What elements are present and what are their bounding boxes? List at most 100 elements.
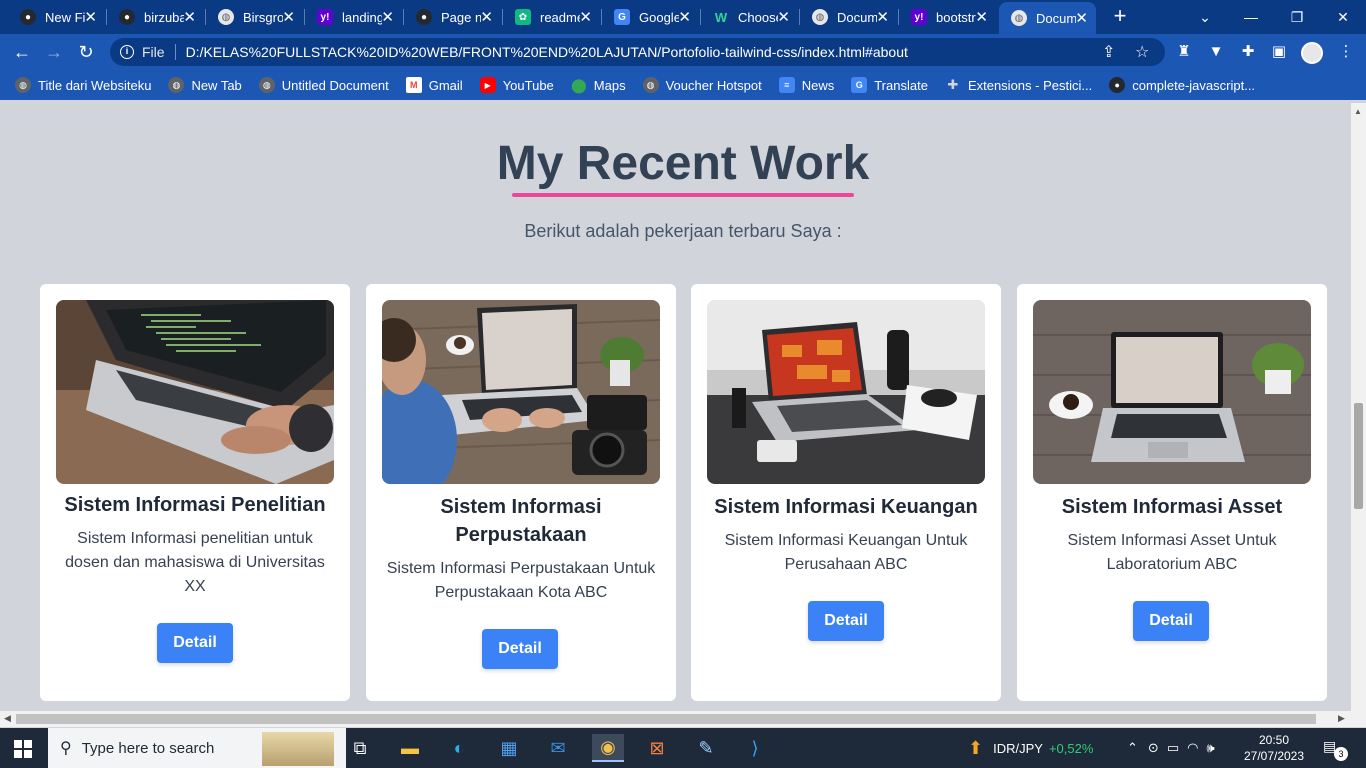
bookmark-item[interactable]: ● complete-javascript... bbox=[1109, 77, 1255, 93]
forward-icon[interactable]: → bbox=[42, 40, 66, 64]
tab-search-icon[interactable]: ⌄ bbox=[1182, 0, 1228, 34]
bookmark-item[interactable]: G Translate bbox=[851, 77, 928, 93]
bookmark-label: Voucher Hotspot bbox=[665, 77, 762, 93]
tab-6[interactable]: ✿ readme ✕ bbox=[503, 4, 600, 30]
bookmark-item[interactable]: M Gmail bbox=[405, 77, 463, 93]
yahoo-icon: y! bbox=[911, 9, 927, 25]
notification-icon[interactable]: ▤ 3 bbox=[1323, 738, 1348, 761]
mail-icon[interactable]: ✉ bbox=[542, 734, 574, 762]
back-icon[interactable]: ← bbox=[10, 40, 34, 64]
vuetify-icon[interactable]: ▼ bbox=[1207, 43, 1225, 61]
extension-icon[interactable]: ♜ bbox=[1175, 43, 1193, 61]
side-panel-icon[interactable]: ▣ bbox=[1270, 43, 1288, 61]
close-icon[interactable]: ✕ bbox=[975, 8, 988, 26]
taskbar-search[interactable]: ⚲ Type here to search bbox=[48, 728, 346, 768]
file-explorer-icon[interactable]: ▬ bbox=[394, 734, 426, 762]
bookmark-item[interactable]: ◍ New Tab bbox=[168, 77, 242, 93]
microsoft-store-icon[interactable]: ▦ bbox=[493, 734, 525, 762]
tab-2[interactable]: ● birzubair ✕ bbox=[107, 4, 204, 30]
horizontal-scrollbar[interactable]: ◀ ▶ bbox=[0, 711, 1366, 727]
project-description: Sistem Informasi penelitian untuk dosen … bbox=[65, 530, 325, 595]
detail-button[interactable]: Detail bbox=[1133, 601, 1209, 641]
readme-icon: ✿ bbox=[515, 9, 531, 25]
close-icon[interactable]: ✕ bbox=[579, 8, 592, 26]
close-icon[interactable]: ✕ bbox=[480, 8, 493, 26]
globe-icon: ◍ bbox=[218, 9, 234, 25]
share-icon[interactable]: ⇪ bbox=[1102, 42, 1115, 62]
new-tab-button[interactable]: + bbox=[1108, 5, 1132, 29]
close-icon[interactable]: ✕ bbox=[84, 8, 97, 26]
detail-button[interactable]: Detail bbox=[808, 601, 884, 641]
wifi-icon[interactable]: ◠ bbox=[1187, 740, 1198, 756]
close-window-button[interactable]: ✕ bbox=[1320, 0, 1366, 34]
scrollbar-thumb[interactable] bbox=[1354, 403, 1363, 509]
menu-icon[interactable]: ⋮ bbox=[1337, 43, 1355, 61]
divider bbox=[174, 44, 176, 60]
bookmark-item[interactable]: ⬤ Maps bbox=[571, 77, 626, 93]
project-title: Sistem Informasi Perpustakaan bbox=[440, 496, 602, 546]
edge-icon[interactable]: ◐ bbox=[443, 734, 475, 762]
close-icon[interactable]: ✕ bbox=[183, 8, 196, 26]
page-content: My Recent Work Berikut adalah pekerjaan … bbox=[0, 103, 1351, 711]
minimize-button[interactable]: — bbox=[1228, 0, 1274, 34]
bookmark-star-icon[interactable]: ☆ bbox=[1135, 42, 1149, 62]
tab-label: Document bbox=[1036, 10, 1076, 26]
bookmark-item[interactable]: ◍ Untitled Document bbox=[258, 77, 389, 93]
github-icon: ● bbox=[119, 9, 135, 25]
tab-active[interactable]: ◍ Document ✕ bbox=[999, 2, 1096, 34]
bookmark-item[interactable]: ◍ Title dari Websiteku bbox=[15, 77, 151, 93]
reload-icon[interactable]: ↻ bbox=[74, 40, 98, 64]
tab-9[interactable]: ◍ Document ✕ bbox=[800, 4, 897, 30]
close-icon[interactable]: ✕ bbox=[282, 8, 295, 26]
tab-1[interactable]: ● New File ✕ bbox=[8, 4, 105, 30]
tab-10[interactable]: y! bootstrap ✕ bbox=[899, 4, 996, 30]
address-bar[interactable]: i File D:/KELAS%20FULLSTACK%20ID%20WEB/F… bbox=[110, 38, 1165, 66]
close-icon[interactable]: ✕ bbox=[381, 8, 394, 26]
close-icon[interactable]: ✕ bbox=[1075, 9, 1088, 27]
chrome-icon[interactable]: ◉ bbox=[592, 734, 624, 762]
tab-7[interactable]: G Google ✕ bbox=[602, 4, 699, 30]
tab-4[interactable]: y! landing ✕ bbox=[305, 4, 402, 30]
extensions-puzzle-icon[interactable]: ✚ bbox=[1239, 43, 1257, 61]
info-icon[interactable]: i bbox=[120, 45, 134, 59]
bookmark-item[interactable]: ◍ Voucher Hotspot bbox=[642, 77, 762, 93]
scroll-left-icon[interactable]: ◀ bbox=[4, 713, 11, 724]
bookmark-item[interactable]: ≡ News bbox=[778, 77, 834, 93]
tab-3[interactable]: ◍ Birsgroup ✕ bbox=[206, 4, 303, 30]
task-view-icon[interactable]: ⧉ bbox=[344, 734, 376, 762]
currency-widget[interactable]: ⬆ IDR/JPY +0,52% bbox=[968, 728, 1093, 768]
paint-icon[interactable]: ✎ bbox=[690, 734, 722, 762]
url-text[interactable]: D:/KELAS%20FULLSTACK%20ID%20WEB/FRONT%20… bbox=[186, 44, 908, 60]
avatar[interactable] bbox=[1301, 42, 1323, 64]
globe-icon: ◍ bbox=[258, 77, 275, 93]
bookmark-label: Extensions - Pestici... bbox=[967, 77, 1093, 93]
close-icon[interactable]: ✕ bbox=[678, 8, 691, 26]
project-image bbox=[1033, 300, 1311, 484]
vscode-icon[interactable]: ⟩ bbox=[739, 734, 771, 762]
restore-button[interactable]: ❐ bbox=[1274, 0, 1320, 34]
scrollbar-thumb[interactable] bbox=[16, 714, 1316, 724]
tab-label: Birsgroup bbox=[243, 9, 283, 25]
chevron-up-icon[interactable]: ⌃ bbox=[1127, 740, 1138, 756]
windows-start-icon[interactable] bbox=[14, 740, 32, 758]
bookmark-item[interactable]: ▶ YouTube bbox=[479, 77, 554, 93]
scroll-up-icon[interactable]: ▲ bbox=[1354, 107, 1362, 116]
date-text: 27/07/2023 bbox=[1243, 749, 1305, 763]
tab-8[interactable]: W Choose ✕ bbox=[701, 4, 798, 30]
search-placeholder: Type here to search bbox=[81, 739, 215, 757]
battery-icon[interactable]: ▭ bbox=[1167, 740, 1179, 756]
detail-button[interactable]: Detail bbox=[482, 629, 558, 669]
system-clock[interactable]: 20:50 27/07/2023 bbox=[1238, 732, 1310, 764]
github-icon: ● bbox=[20, 9, 36, 25]
bookmark-item[interactable]: ✚ Extensions - Pestici... bbox=[945, 77, 1092, 93]
volume-icon[interactable]: 🕪 bbox=[1206, 740, 1214, 756]
close-icon[interactable]: ✕ bbox=[876, 8, 889, 26]
xampp-icon[interactable]: ⊠ bbox=[641, 734, 673, 762]
scroll-right-icon[interactable]: ▶ bbox=[1338, 713, 1345, 724]
meet-now-icon[interactable]: ⊙ bbox=[1148, 740, 1159, 756]
tab-5[interactable]: ● Page not ✕ bbox=[404, 4, 501, 30]
close-icon[interactable]: ✕ bbox=[777, 8, 790, 26]
bookmark-label: YouTube bbox=[502, 77, 554, 93]
detail-button[interactable]: Detail bbox=[157, 623, 233, 663]
vertical-scrollbar[interactable]: ▲ bbox=[1351, 103, 1366, 711]
